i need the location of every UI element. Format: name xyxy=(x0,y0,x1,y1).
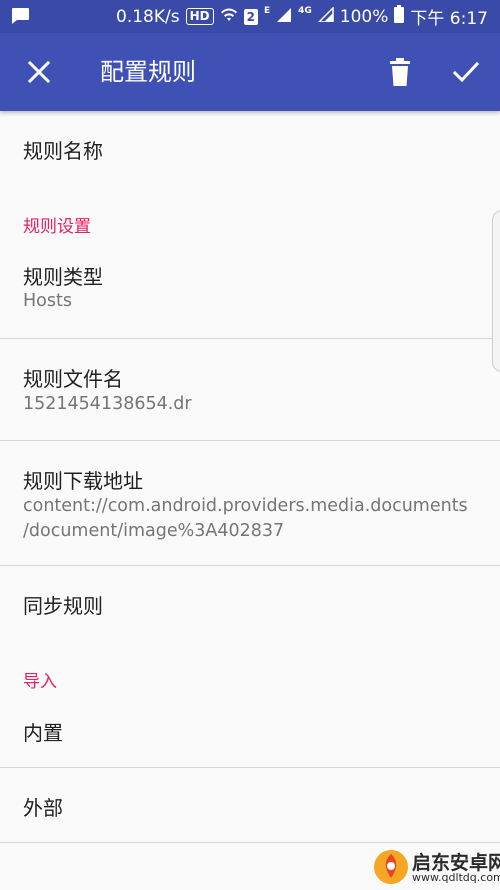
watermark: 启东安卓网 www.qdltdq.com xyxy=(372,846,500,889)
wifi-icon xyxy=(220,6,238,27)
status-indicators: 0.18K/s HD 2 E 4G 100% 下午 6:17 xyxy=(116,0,488,33)
toolbar: 配置规则 xyxy=(0,33,500,111)
delete-button[interactable] xyxy=(384,55,416,89)
pref-rule-url[interactable]: 规则下载地址 content://com.android.providers.m… xyxy=(0,441,500,565)
pref-title: 规则名称 xyxy=(23,139,103,163)
message-icon xyxy=(10,7,30,30)
signal-icon xyxy=(276,7,292,27)
pref-title: 外部 xyxy=(23,796,63,820)
pref-title: 同步规则 xyxy=(23,594,103,618)
status-bar: 0.18K/s HD 2 E 4G 100% 下午 6:17 xyxy=(0,0,500,33)
watermark-logo-icon xyxy=(374,850,408,884)
pref-external[interactable]: 外部 xyxy=(0,768,500,842)
pref-builtin[interactable]: 内置 xyxy=(0,699,500,767)
pref-summary: content://com.android.providers.media.do… xyxy=(23,496,468,516)
watermark-url: www.qdltdq.com xyxy=(412,871,500,884)
signal-icon-2 xyxy=(316,5,334,27)
close-button[interactable] xyxy=(22,55,56,89)
pref-summary: 1521454138654.dr xyxy=(23,394,192,414)
category-import: 导入 xyxy=(23,672,57,692)
divider xyxy=(0,842,500,843)
page-title: 配置规则 xyxy=(100,58,196,86)
battery-level: 100% xyxy=(339,6,389,27)
pref-title: 规则文件名 xyxy=(23,367,123,391)
network-type-4g: 4G xyxy=(298,6,312,16)
confirm-button[interactable] xyxy=(448,55,484,89)
check-icon xyxy=(452,61,480,83)
close-icon xyxy=(27,60,51,84)
network-type-e: E xyxy=(263,6,271,16)
pref-rule-name[interactable]: 规则名称 xyxy=(0,111,500,191)
pref-title: 规则类型 xyxy=(23,265,103,289)
network-speed: 0.18K/s xyxy=(116,6,180,27)
pref-title: 内置 xyxy=(23,721,63,745)
pref-summary: Hosts xyxy=(23,291,72,311)
pref-title: 规则下载地址 xyxy=(23,469,143,493)
pref-summary: /document/image%3A402837 xyxy=(23,521,285,541)
pref-rule-type[interactable]: 规则类型 Hosts xyxy=(0,247,500,337)
sim-badge: 2 xyxy=(243,8,258,25)
scroll-edge-indicator xyxy=(492,210,500,372)
trash-icon xyxy=(390,58,410,86)
pref-sync-rules[interactable]: 同步规则 xyxy=(0,566,500,644)
category-rule-settings: 规则设置 xyxy=(23,217,91,237)
pref-rule-file[interactable]: 规则文件名 1521454138654.dr xyxy=(0,339,500,440)
battery-icon xyxy=(394,5,405,28)
hd-badge: HD xyxy=(185,8,214,25)
clock: 下午 6:17 xyxy=(410,9,488,29)
